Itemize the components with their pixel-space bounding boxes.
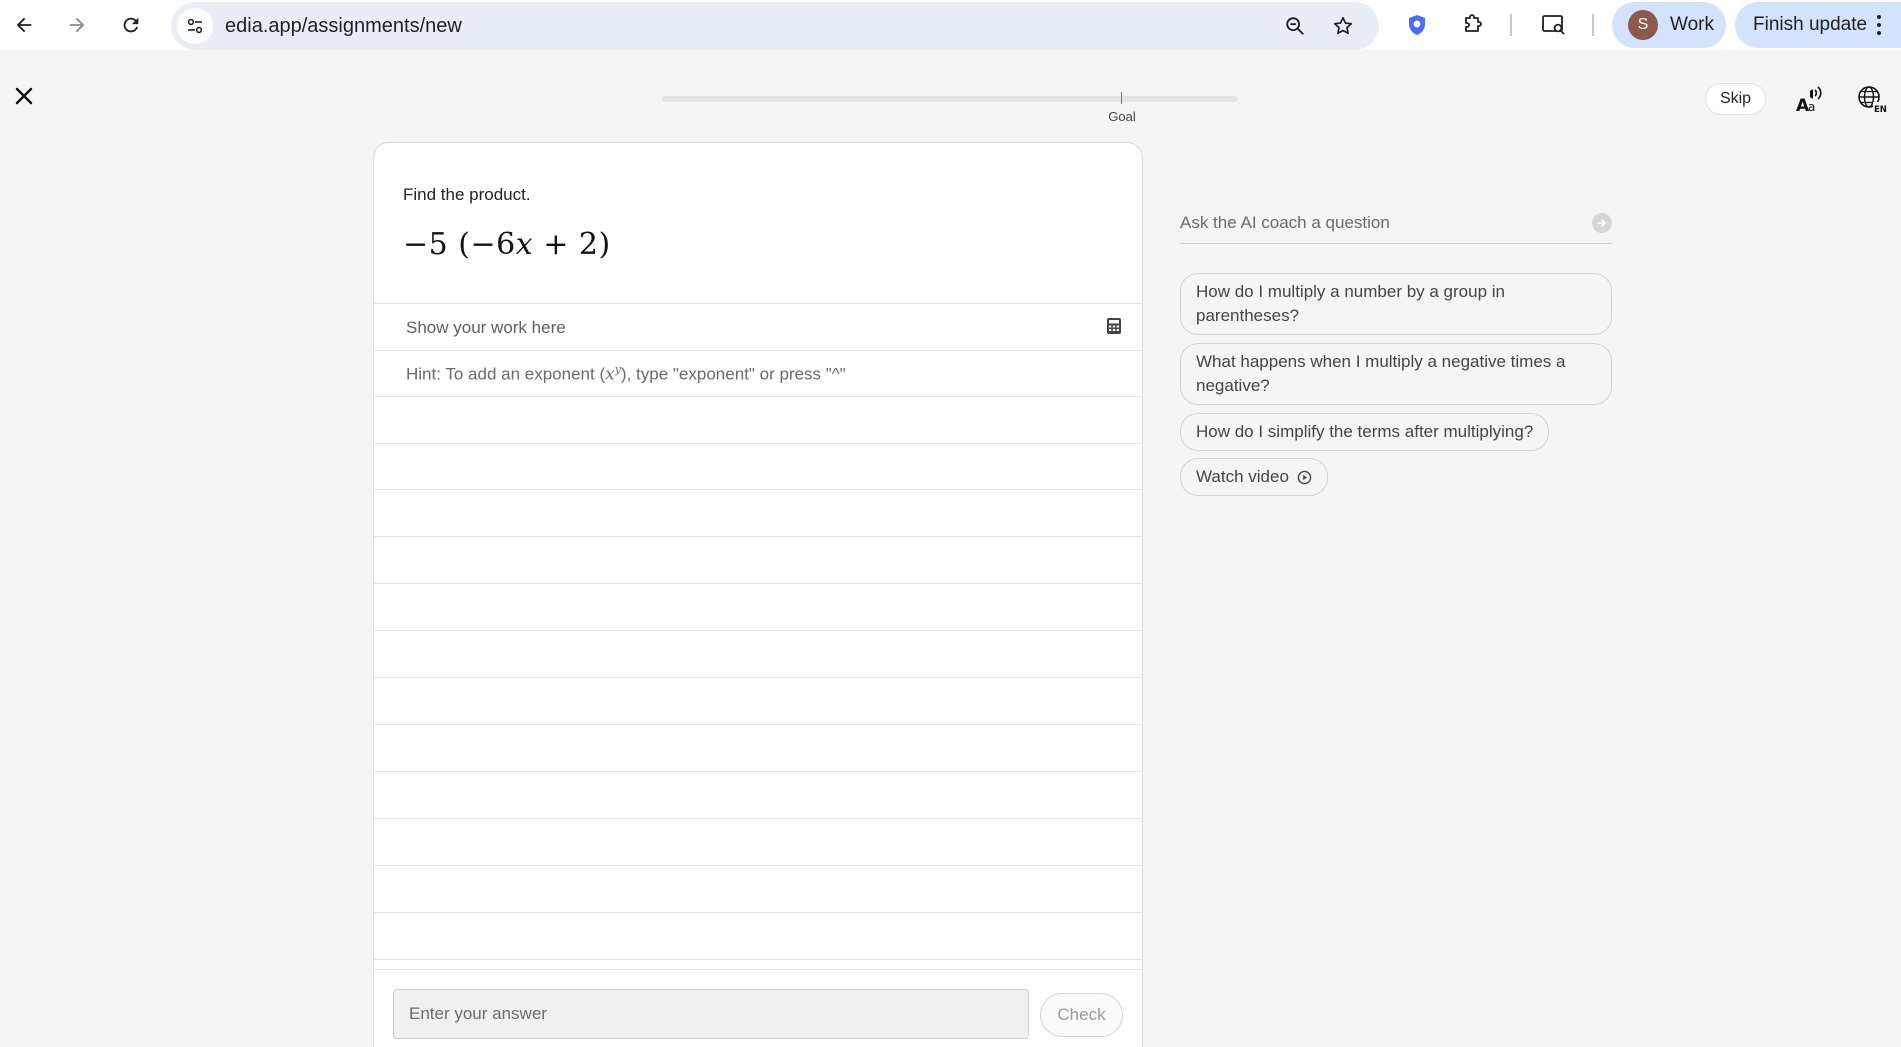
- profile-button[interactable]: S Work: [1612, 2, 1726, 48]
- toolbar-divider: [1510, 14, 1512, 36]
- tab-search-button[interactable]: [1535, 6, 1573, 44]
- work-line: [374, 350, 1142, 351]
- toolbar-divider: [1592, 14, 1594, 36]
- hint-base: x: [605, 364, 615, 385]
- progress-bar: [662, 96, 1238, 102]
- puzzle-icon: [1465, 14, 1482, 32]
- svg-text:EN: EN: [1874, 105, 1887, 114]
- read-aloud-button[interactable]: A a: [1793, 82, 1827, 116]
- zoom-out-icon: [1286, 17, 1304, 35]
- screen-search-icon: [1542, 15, 1565, 35]
- expr-operator: +: [543, 227, 569, 262]
- work-line: [374, 677, 1142, 678]
- work-label: Show your work here: [406, 318, 566, 337]
- zoom-button[interactable]: [1277, 8, 1313, 44]
- work-line: [374, 396, 1142, 397]
- work-line: [374, 489, 1142, 490]
- calculator-icon: [1107, 318, 1121, 334]
- expr-open-paren: (: [458, 227, 471, 262]
- text-speech-icon: A a: [1796, 86, 1822, 114]
- coach-suggestion-chip[interactable]: How do I simplify the terms after multip…: [1180, 413, 1550, 451]
- bookmark-button[interactable]: [1325, 8, 1361, 44]
- site-info-button[interactable]: [177, 8, 213, 44]
- shield-icon: [1409, 15, 1425, 35]
- work-line: [374, 536, 1142, 537]
- svg-text:a: a: [1808, 100, 1815, 114]
- expr-inner-coefficient: −6: [470, 227, 516, 262]
- finish-update-label: Finish update: [1753, 14, 1868, 35]
- coach-question-input[interactable]: [1180, 204, 1580, 242]
- calculator-button[interactable]: [1105, 317, 1123, 335]
- expr-close-paren: ): [598, 227, 611, 262]
- work-line: [374, 630, 1142, 631]
- browser-toolbar: edia.app/assignments/new S Work Finish u…: [0, 0, 1901, 50]
- work-line: [374, 818, 1142, 819]
- exponent-hint: Hint: To add an exponent (xy), type "exp…: [406, 363, 846, 385]
- reload-button[interactable]: [112, 6, 150, 44]
- play-circle-icon: [1297, 470, 1312, 484]
- question-card: Find the product. −5 (−6x + 2) Show your…: [373, 142, 1143, 1047]
- work-line: [374, 865, 1142, 866]
- arrow-right-icon: [69, 17, 85, 33]
- language-button[interactable]: EN: [1855, 82, 1889, 116]
- expr-coefficient: −5: [403, 227, 449, 262]
- profile-label: Work: [1670, 14, 1714, 35]
- goal-marker: [1121, 92, 1122, 104]
- globe-language-icon: EN: [1858, 86, 1888, 114]
- work-line: [374, 443, 1142, 444]
- extension-shield-button[interactable]: [1398, 6, 1436, 44]
- reload-icon: [123, 17, 139, 33]
- forward-button[interactable]: [58, 6, 96, 44]
- back-button[interactable]: [5, 6, 43, 44]
- coach-suggestion-chip[interactable]: How do I multiply a number by a group in…: [1180, 273, 1612, 335]
- arrow-right-icon: [1597, 219, 1606, 227]
- address-bar[interactable]: edia.app/assignments/new: [171, 2, 1379, 50]
- watch-video-button[interactable]: Watch video: [1180, 458, 1328, 496]
- send-button[interactable]: [1592, 213, 1612, 233]
- arrow-left-icon: [16, 17, 32, 33]
- coach-question-field: [1180, 204, 1612, 244]
- star-icon: [1333, 16, 1353, 35]
- hint-suffix: ), type "exponent" or press "^": [620, 364, 846, 384]
- hint-prefix: Hint: To add an exponent (: [406, 364, 606, 384]
- work-line: [374, 771, 1142, 772]
- answer-input[interactable]: [393, 989, 1029, 1039]
- work-line: [374, 303, 1142, 304]
- avatar: S: [1628, 10, 1658, 40]
- more-vert-icon: [1877, 15, 1882, 35]
- close-icon: [15, 87, 33, 105]
- url-text[interactable]: edia.app/assignments/new: [225, 2, 462, 50]
- work-line: [374, 912, 1142, 913]
- math-expression: −5 (−6x + 2): [403, 227, 611, 262]
- question-prompt: Find the product.: [403, 185, 531, 204]
- close-button[interactable]: [10, 82, 38, 110]
- check-button[interactable]: Check: [1040, 993, 1123, 1037]
- coach-suggestion-chip[interactable]: What happens when I multiply a negative …: [1180, 343, 1612, 405]
- skip-button[interactable]: Skip: [1705, 83, 1766, 115]
- goal-label: Goal: [1108, 109, 1136, 124]
- expr-constant: 2: [578, 227, 599, 262]
- expr-variable: x: [515, 227, 534, 262]
- work-line: [374, 724, 1142, 725]
- extensions-button[interactable]: [1454, 6, 1492, 44]
- watch-video-label: Watch video: [1196, 467, 1289, 486]
- work-line: [374, 583, 1142, 584]
- finish-update-button[interactable]: Finish update: [1735, 2, 1901, 48]
- work-line: [374, 959, 1142, 960]
- answer-area: Check: [374, 969, 1142, 1047]
- tune-icon: [187, 18, 203, 34]
